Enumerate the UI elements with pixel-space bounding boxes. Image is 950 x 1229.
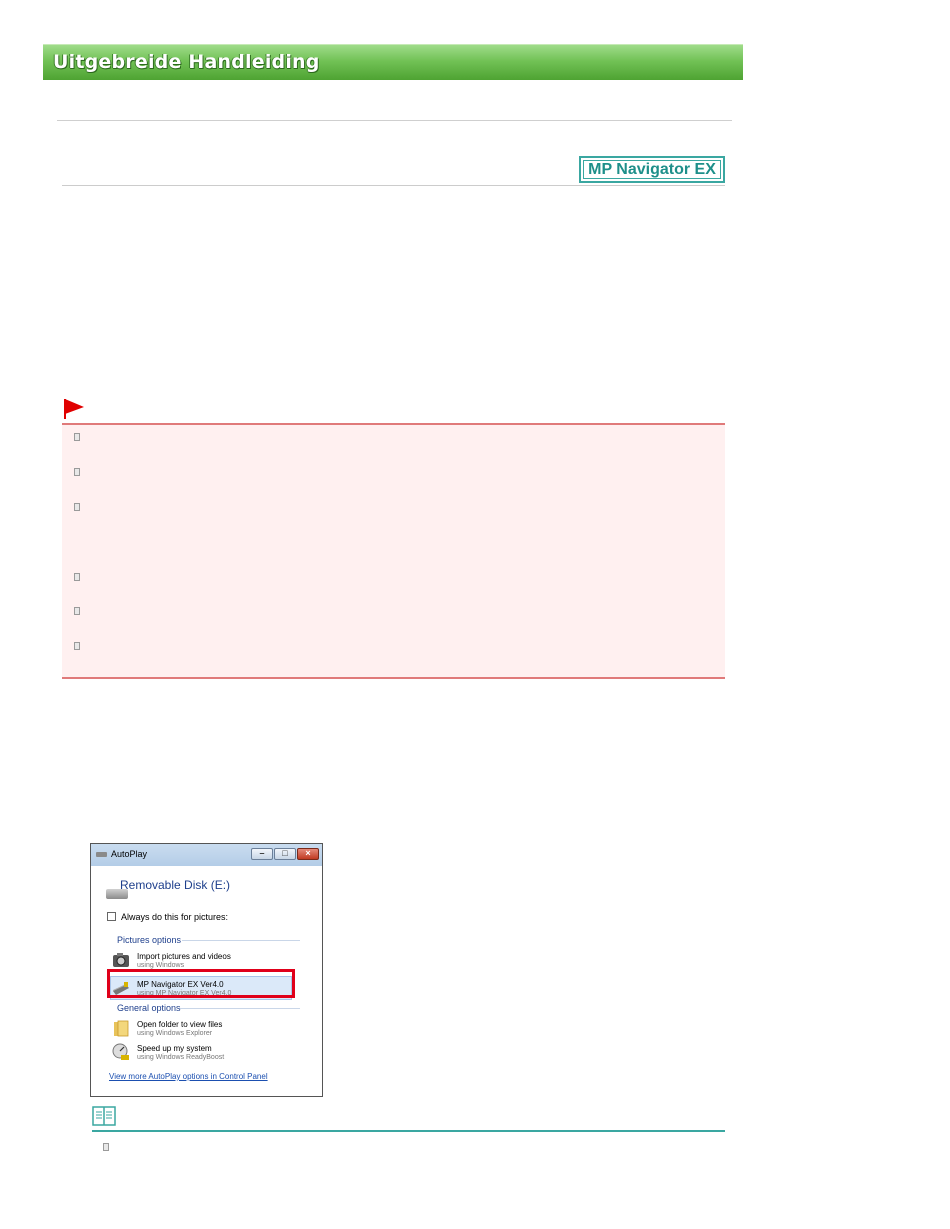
minimize-icon: – [259, 848, 265, 858]
close-button[interactable]: × [297, 848, 319, 860]
option-subtitle: using Windows ReadyBoost [137, 1054, 225, 1061]
option-title: Speed up my system [137, 1044, 212, 1053]
square-bullet-icon [74, 607, 80, 615]
red-flag-icon [64, 399, 84, 419]
square-bullet-icon [74, 573, 80, 581]
speedometer-icon [112, 1043, 129, 1060]
always-do-checkbox[interactable] [107, 912, 116, 921]
section-divider [182, 940, 300, 941]
option-title: Import pictures and videos [137, 952, 231, 961]
close-icon: × [305, 848, 311, 858]
always-do-label: Always do this for pictures: [121, 912, 229, 922]
important-box [62, 423, 725, 679]
folder-icon [114, 1020, 129, 1037]
control-panel-link[interactable]: View more AutoPlay options in Control Pa… [109, 1072, 268, 1081]
mp-navigator-badge: MP Navigator EX [579, 156, 725, 183]
pictures-options-label: Pictures options [117, 935, 182, 945]
title-underline [62, 185, 725, 186]
badge-inner-border [583, 160, 721, 179]
drive-icon [96, 852, 107, 857]
note-divider [92, 1130, 725, 1132]
dialog-heading: Removable Disk (E:) [120, 878, 231, 892]
mp-navigator-highlight [107, 969, 295, 998]
top-divider [57, 120, 732, 121]
header-bar: Uitgebreide Handleiding [43, 44, 743, 80]
camera-icon [113, 953, 129, 967]
option-title: Open folder to view files [137, 1020, 223, 1029]
square-bullet-icon [74, 503, 80, 511]
open-book-icon [92, 1106, 116, 1126]
maximize-button[interactable]: □ [274, 848, 296, 860]
option-subtitle: using Windows [137, 962, 185, 969]
dialog-title: AutoPlay [111, 849, 148, 859]
manual-title: Uitgebreide Handleiding [53, 51, 320, 73]
square-bullet-icon [74, 433, 80, 441]
square-bullet-icon [103, 1143, 109, 1151]
section-divider [180, 1008, 300, 1009]
square-bullet-icon [74, 468, 80, 476]
general-options-label: General options [117, 1003, 181, 1013]
minimize-button[interactable]: – [251, 848, 273, 860]
option-subtitle: using Windows Explorer [137, 1030, 213, 1037]
square-bullet-icon [74, 642, 80, 650]
dialog-titlebar: AutoPlay – □ × [91, 844, 322, 866]
maximize-icon: □ [282, 848, 288, 858]
